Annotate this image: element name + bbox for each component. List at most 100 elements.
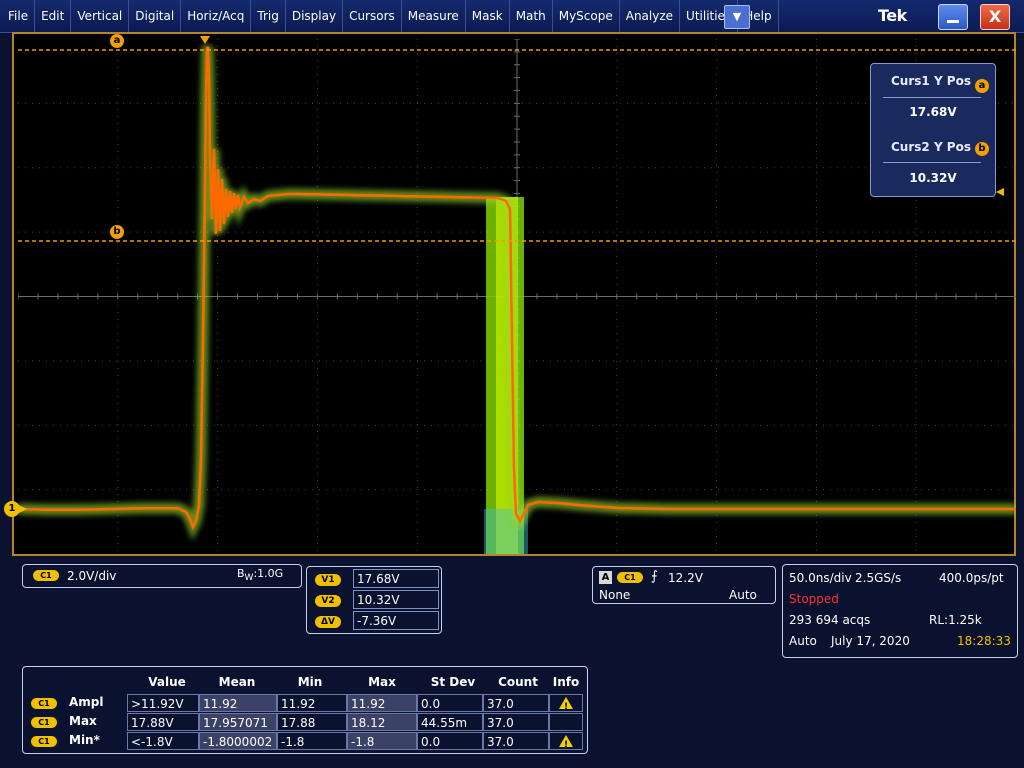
meas-cell-count: 37.0 (483, 732, 549, 750)
trigger-level-icon[interactable] (996, 188, 1004, 196)
trigger-type-badge: A (599, 571, 612, 584)
meas-cell-min: 11.92 (277, 694, 347, 712)
sample-rate: 2.5GS/s (855, 571, 902, 585)
curs1-title: Curs1 Y Pos (891, 74, 971, 88)
warning-exclamation: ! (564, 740, 569, 750)
resolution: 400.0ps/pt (939, 571, 1004, 585)
v2-badge: V2 (315, 595, 341, 607)
tek-logo: Tek (878, 6, 907, 25)
trigger-level: 12.2V (668, 571, 703, 585)
meas-cell-min: 17.88 (277, 713, 347, 731)
minimize-icon (947, 20, 959, 23)
divider (883, 162, 981, 163)
cursor-b-marker[interactable]: b (110, 225, 124, 239)
curs2-title: Curs2 Y Pos (891, 140, 971, 154)
cursor-readout-box[interactable]: Curs1 Y Pos a 17.68V Curs2 Y Pos b 10.32… (870, 63, 996, 197)
menu-dropdown-button[interactable]: ▼ (724, 5, 750, 29)
curs2-badge: b (975, 142, 989, 156)
menu-mask[interactable]: Mask (466, 0, 510, 32)
trigger-source-badge: C1 (617, 572, 643, 583)
col-header-mean: Mean (218, 675, 256, 689)
menu-edit[interactable]: Edit (35, 0, 72, 32)
meas-cell-count: 37.0 (483, 694, 549, 712)
v1-badge: V1 (315, 574, 341, 586)
acquisition-readout[interactable]: 50.0ns/div 2.5GS/s 400.0ps/pt Stopped 29… (782, 564, 1018, 658)
time: 18:28:33 (957, 634, 1011, 648)
meas-cell-value: 17.88V (127, 713, 199, 731)
col-header-value: Value (148, 675, 186, 689)
menu-display[interactable]: Display (286, 0, 344, 32)
meas-cell-mean: 11.92 (199, 694, 277, 712)
meas-cell-max: 11.92 (347, 694, 417, 712)
col-header-count: Count (498, 675, 538, 689)
col-header-stdev: St Dev (430, 675, 476, 689)
curs1-value: 17.68V (909, 105, 957, 119)
v1-value: 17.68V (353, 569, 439, 588)
curs2-value: 10.32V (909, 171, 957, 185)
curs1-badge: a (975, 79, 989, 93)
ch1-ground-arrow-icon (19, 505, 27, 513)
acq-count: 293 694 acqs (789, 613, 871, 627)
meas-cell-mean: 17.957071 (199, 713, 277, 731)
menu-myscope[interactable]: MyScope (553, 0, 620, 32)
meas-cell-info[interactable]: ! (549, 732, 583, 750)
cursor-values-panel[interactable]: V1 17.68V V2 10.32V ΔV -7.36V (306, 566, 442, 634)
channel-readout[interactable]: C1 2.0V/div BW:1.0G (22, 564, 302, 588)
ch1-ground-marker[interactable]: 1 (4, 501, 20, 517)
timebase: 50.0ns/div (789, 571, 852, 585)
meas-cell-value: <-1.8V (127, 732, 199, 750)
meas-cell-stdev: 0.0 (417, 732, 483, 750)
acq-state: Stopped (789, 592, 839, 606)
meas-cell-value: >11.92V (127, 694, 199, 712)
menu-items: File Edit Vertical Digital Horiz/Acq Tri… (2, 0, 779, 32)
menu-bar: File Edit Vertical Digital Horiz/Acq Tri… (0, 0, 1024, 33)
meas-cell-info[interactable]: ! (549, 694, 583, 712)
col-header-min: Min (297, 675, 323, 689)
delta-v-value: -7.36V (353, 611, 439, 630)
meas-cell-count: 37.0 (483, 713, 549, 731)
menu-file[interactable]: File (2, 0, 36, 32)
ch1-badge: C1 (33, 570, 59, 581)
meas-label: Min* (69, 733, 100, 747)
trigger-mode: Auto (729, 588, 757, 602)
run-mode: Auto (789, 634, 817, 648)
measurement-table[interactable]: Value Mean Min Max St Dev Count Info C1 A… (22, 666, 588, 754)
meas-label: Max (69, 714, 97, 728)
meas-cell-min: -1.8 (277, 732, 347, 750)
menu-measure[interactable]: Measure (402, 0, 466, 32)
divider (883, 97, 981, 98)
minimize-button[interactable] (938, 4, 968, 30)
meas-cell-max: -1.8 (347, 732, 417, 750)
meas-cell-max: 18.12 (347, 713, 417, 731)
meas-cell-stdev: 0.0 (417, 694, 483, 712)
record-length: RL:1.25k (929, 613, 982, 627)
menu-cursors[interactable]: Cursors (343, 0, 402, 32)
meas-channel-badge: C1 (31, 698, 57, 709)
menu-math[interactable]: Math (510, 0, 553, 32)
rising-edge-icon: ⨍ (651, 569, 658, 584)
meas-channel-badge: C1 (31, 736, 57, 747)
trigger-coupling: None (599, 588, 631, 602)
col-header-max: Max (368, 675, 396, 689)
col-header-info: Info (552, 675, 580, 689)
ch1-scale: 2.0V/div (67, 569, 117, 583)
v2-value: 10.32V (353, 590, 439, 609)
menu-digital[interactable]: Digital (129, 0, 182, 32)
trigger-position-icon[interactable] (200, 36, 210, 44)
menu-analyze[interactable]: Analyze (620, 0, 681, 32)
meas-channel-badge: C1 (31, 717, 57, 728)
menu-vertical[interactable]: Vertical (71, 0, 130, 32)
waveform-display[interactable] (18, 39, 1016, 554)
close-button[interactable]: X (980, 4, 1010, 30)
menu-horiz-acq[interactable]: Horiz/Acq (181, 0, 252, 32)
trigger-readout[interactable]: A C1 ⨍ 12.2V None Auto (592, 566, 776, 604)
meas-label: Ampl (69, 695, 104, 709)
menu-trig[interactable]: Trig (251, 0, 286, 32)
meas-cell-mean: -1.8000002 (199, 732, 277, 750)
bw-label: BW:1.0G (237, 567, 284, 584)
meas-cell-info[interactable] (549, 713, 583, 731)
cursor-a-marker[interactable]: a (110, 34, 124, 48)
delta-v-badge: ΔV (315, 616, 341, 628)
meas-cell-stdev: 44.55m (417, 713, 483, 731)
date: July 17, 2020 (831, 634, 910, 648)
